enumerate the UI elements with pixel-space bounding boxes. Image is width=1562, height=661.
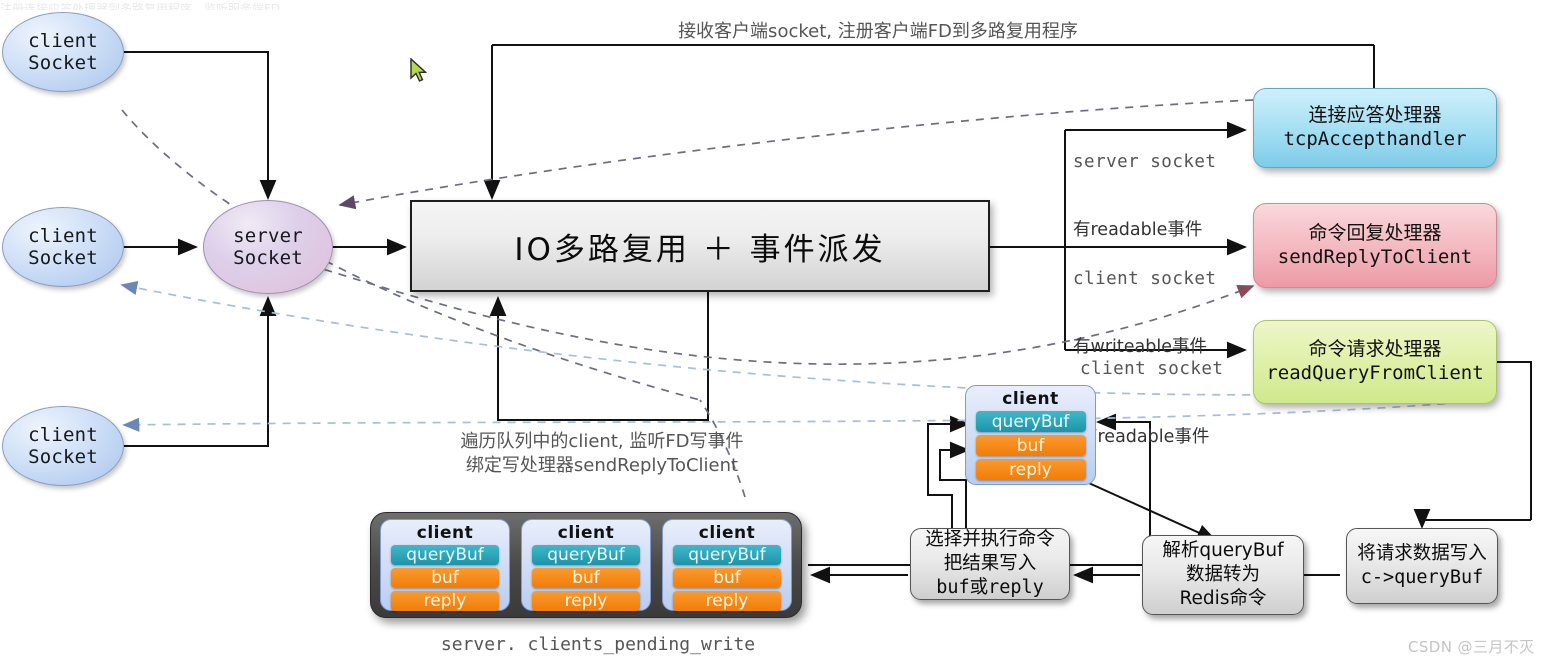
client-title: client bbox=[698, 523, 756, 543]
handler-read-query-fn: readQueryFromClient bbox=[1266, 362, 1484, 384]
client-socket-3-line2: Socket bbox=[28, 446, 98, 468]
client-struct[interactable]: client queryBuf buf reply bbox=[965, 385, 1096, 485]
server-socket-line2: Socket bbox=[233, 247, 303, 269]
client-socket-1-line1: client bbox=[28, 29, 98, 52]
client-socket-2[interactable]: client Socket bbox=[2, 207, 124, 287]
handler-tcp-accept[interactable]: 连接应答处理器 tcpAccepthandler bbox=[1253, 88, 1497, 168]
client-field-buf[interactable]: buf bbox=[532, 568, 640, 588]
client-socket-3[interactable]: client Socket bbox=[2, 406, 124, 486]
handler-tcp-accept-cn: 连接应答处理器 bbox=[1308, 104, 1442, 127]
handler-read-query[interactable]: 命令请求处理器 readQueryFromClient bbox=[1253, 320, 1497, 404]
client-struct-field-queryBuf[interactable]: queryBuf bbox=[975, 411, 1086, 432]
edge-label-client-readable: client socket 有readable事件 bbox=[1080, 312, 1223, 494]
mid-caption: 遍历队列中的client, 监听FD写事件 绑定写处理器sendReplyToC… bbox=[460, 431, 744, 477]
process-line: 数据转为 bbox=[1185, 563, 1260, 585]
process-box-execute-command[interactable]: 选择并执行命令 把结果写入 buf或reply bbox=[910, 528, 1070, 600]
server-socket[interactable]: server Socket bbox=[203, 200, 333, 294]
edge-label-server-readable-mono: server socket bbox=[1073, 151, 1217, 172]
process-line: 将请求数据写入 bbox=[1357, 542, 1487, 564]
list-item[interactable]: client queryBuf buf reply bbox=[380, 519, 510, 611]
process-line: buf或reply bbox=[936, 577, 1044, 599]
list-item[interactable]: client queryBuf buf reply bbox=[662, 519, 792, 611]
top-caption: 接收客户端socket, 注册客户端FD到多路复用程序 bbox=[678, 21, 1078, 42]
server-socket-line1: server bbox=[233, 224, 303, 247]
client-field-reply[interactable]: reply bbox=[532, 591, 640, 611]
process-line: c->queryBuf bbox=[1360, 567, 1484, 588]
io-multiplex-dispatch-label: IO多路复用 ＋ 事件派发 bbox=[514, 231, 886, 268]
process-line: 把结果写入 bbox=[943, 552, 1037, 574]
client-field-queryBuf[interactable]: queryBuf bbox=[673, 545, 781, 565]
client-field-queryBuf[interactable]: queryBuf bbox=[532, 545, 640, 565]
client-socket-3-line1: client bbox=[28, 423, 98, 446]
handler-tcp-accept-fn: tcpAccepthandler bbox=[1283, 128, 1467, 150]
process-box-parse-querybuf[interactable]: 解析queryBuf 数据转为 Redis命令 bbox=[1142, 535, 1304, 615]
client-field-queryBuf[interactable]: queryBuf bbox=[391, 545, 499, 565]
mouse-cursor-icon bbox=[410, 58, 428, 82]
client-title: client bbox=[557, 523, 615, 543]
process-line: 解析queryBuf bbox=[1162, 539, 1284, 561]
io-multiplex-dispatch-box[interactable]: IO多路复用 ＋ 事件派发 bbox=[410, 200, 990, 292]
pending-write-caption: server. clients_pending_write bbox=[440, 634, 756, 655]
client-struct-field-buf[interactable]: buf bbox=[975, 435, 1086, 456]
list-item[interactable]: client queryBuf buf reply bbox=[521, 519, 651, 611]
handler-send-reply-cn: 命令回复处理器 bbox=[1308, 221, 1442, 244]
edge-label-client-readable-mono: client socket bbox=[1080, 358, 1224, 379]
handler-send-reply[interactable]: 命令回复处理器 sendReplyToClient bbox=[1253, 203, 1497, 288]
client-field-reply[interactable]: reply bbox=[391, 591, 499, 611]
diagram-canvas: 注册连接应答处理器到多路复用程序，监听服务端FD client Socket c… bbox=[0, 0, 1562, 661]
edge-label-client-writeable-mono: client socket bbox=[1073, 268, 1217, 289]
process-line: Redis命令 bbox=[1179, 588, 1267, 610]
client-struct-title: client bbox=[1002, 389, 1059, 409]
client-field-buf[interactable]: buf bbox=[391, 568, 499, 588]
handler-send-reply-fn: sendReplyToClient bbox=[1277, 245, 1473, 268]
client-socket-2-line2: Socket bbox=[28, 247, 98, 269]
client-socket-1-line2: Socket bbox=[28, 52, 98, 74]
process-line: 选择并执行命令 bbox=[925, 528, 1055, 550]
client-struct-field-reply[interactable]: reply bbox=[975, 459, 1086, 480]
handler-read-query-cn: 命令请求处理器 bbox=[1308, 338, 1442, 361]
client-socket-2-line1: client bbox=[28, 224, 98, 247]
client-field-reply[interactable]: reply bbox=[673, 591, 781, 611]
process-box-write-request[interactable]: 将请求数据写入 c->queryBuf bbox=[1346, 528, 1498, 604]
clients-pending-write-list[interactable]: client queryBuf buf reply client queryBu… bbox=[370, 512, 802, 618]
client-field-buf[interactable]: buf bbox=[673, 568, 781, 588]
edge-label-client-readable-cn: 有readable事件 bbox=[1080, 426, 1210, 447]
client-title: client bbox=[416, 523, 474, 543]
client-socket-1[interactable]: client Socket bbox=[2, 12, 124, 92]
watermark: CSDN @三月不灭 bbox=[1408, 638, 1535, 656]
